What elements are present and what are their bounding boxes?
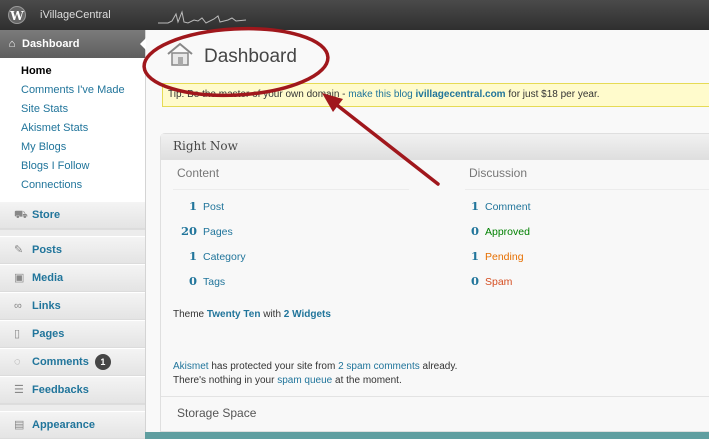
menu-media-label: Media (32, 272, 64, 284)
wordpress-logo-icon[interactable]: W (8, 6, 26, 24)
home-icon: ⌂ (8, 38, 16, 50)
akismet-mid: has protected your site from (208, 361, 339, 372)
menu-feedbacks-label: Feedbacks (32, 384, 89, 396)
menu-separator (0, 404, 145, 411)
page-count: 20 (180, 224, 197, 238)
link-icon: ∞ (14, 300, 22, 312)
theme-info: Theme Twenty Ten with 2 Widgets (173, 308, 331, 322)
comment-count: 1 (470, 199, 479, 213)
page-label: Pages (203, 226, 233, 238)
pending-label: Pending (485, 251, 524, 263)
storage-space-heading: Storage Space (177, 406, 257, 420)
theme-name-link[interactable]: Twenty Ten (207, 309, 261, 320)
page-title: Dashboard (204, 46, 297, 67)
content-row-pages[interactable]: 20 Pages (173, 222, 233, 240)
admin-bar: W iVillageCentral (0, 0, 709, 30)
submenu-akismet-stats[interactable]: Akismet Stats (0, 119, 145, 138)
spam-label: Spam (485, 276, 513, 288)
dashboard-submenu: Home Comments I've Made Site Stats Akism… (0, 58, 145, 201)
menu-dashboard-label: Dashboard (22, 38, 80, 50)
submenu-blogs-i-follow[interactable]: Blogs I Follow (0, 157, 145, 176)
widgets-link[interactable]: 2 Widgets (284, 309, 331, 320)
approved-label: Approved (485, 226, 530, 238)
submenu-site-stats[interactable]: Site Stats (0, 100, 145, 119)
menu-store-label: Store (32, 209, 61, 221)
cart-icon: ⛟ (14, 209, 28, 221)
right-now-widget: Right Now Content Discussion 1 Post 20 Pag… (160, 133, 709, 432)
discussion-heading: Discussion (469, 166, 528, 180)
discussion-row-approved[interactable]: 0 Approved (465, 222, 530, 240)
menu-pages[interactable]: ▯ Pages (0, 320, 145, 348)
main-content: Dashboard Tip: Be the master of your own… (146, 30, 709, 432)
appearance-icon: ▤ (14, 419, 25, 431)
discussion-row-pending[interactable]: 1 Pending (465, 247, 524, 265)
submenu-comments-made[interactable]: Comments I've Made (0, 81, 145, 100)
spam-queue-link[interactable]: spam queue (277, 375, 332, 386)
menu-posts-label: Posts (32, 244, 62, 256)
tag-count: 0 (188, 274, 197, 288)
post-label: Post (203, 201, 225, 213)
akismet-suffix: already. (419, 361, 458, 372)
post-count: 1 (188, 199, 197, 213)
theme-prefix: Theme (173, 309, 207, 320)
theme-mid: with (260, 309, 284, 320)
menu-links-label: Links (32, 300, 61, 312)
storage-divider (161, 396, 709, 397)
menu-dashboard[interactable]: ⌂ Dashboard (0, 30, 146, 58)
category-label: Category (203, 251, 246, 263)
content-divider (173, 189, 409, 190)
menu-separator (0, 229, 145, 236)
akismet-link[interactable]: Akismet (173, 361, 209, 372)
tip-domain-link[interactable]: make this blog ivillagecentral.com (348, 89, 505, 100)
submenu-my-blogs[interactable]: My Blogs (0, 138, 145, 157)
tip-link-text: make this blog (348, 89, 416, 100)
menu-posts[interactable]: ✎ Posts (0, 236, 145, 264)
akismet-info: Akismet has protected your site from 2 s… (173, 360, 457, 388)
menu-appearance[interactable]: ▤ Appearance (0, 411, 145, 439)
pages-icon: ▯ (14, 328, 21, 340)
queue-prefix: There's nothing in your (173, 375, 278, 386)
submenu-connections[interactable]: Connections (0, 176, 145, 195)
tip-prefix: Tip: Be the master of your own domain - (168, 89, 349, 100)
dashboard-home-icon (167, 42, 193, 66)
content-row-posts[interactable]: 1 Post (173, 197, 224, 215)
menu-appearance-label: Appearance (32, 419, 95, 431)
menu-media[interactable]: ▣ Media (0, 264, 145, 292)
pin-icon: ✎ (14, 244, 24, 256)
content-row-categories[interactable]: 1 Category (173, 247, 246, 265)
discussion-row-comments[interactable]: 1 Comment (465, 197, 531, 215)
menu-pages-label: Pages (32, 328, 65, 340)
tip-domain: ivillagecentral.com (415, 89, 506, 100)
media-icon: ▣ (14, 272, 25, 284)
pending-count: 1 (470, 249, 479, 263)
comment-label: Comment (485, 201, 531, 213)
discussion-divider (465, 189, 709, 190)
menu-feedbacks[interactable]: ☰ Feedbacks (0, 376, 145, 404)
admin-sidebar: ⌂ Dashboard Home Comments I've Made Site … (0, 30, 146, 439)
feedback-icon: ☰ (14, 384, 24, 396)
submenu-home[interactable]: Home (0, 62, 145, 81)
tip-suffix: for just $18 per year. (505, 89, 600, 100)
queue-suffix: at the moment. (332, 375, 402, 386)
discussion-row-spam[interactable]: 0 Spam (465, 272, 512, 290)
comment-count-badge: 1 (94, 354, 111, 371)
right-now-title[interactable]: Right Now (161, 134, 709, 160)
domain-tip-notice: Tip: Be the master of your own domain - … (162, 83, 709, 107)
menu-comments-label: Comments (32, 356, 89, 368)
menu-comments[interactable]: ◌ Comments 1 (0, 348, 145, 376)
tag-label: Tags (203, 276, 226, 288)
spam-comments-link[interactable]: 2 spam comments (338, 361, 420, 372)
content-row-tags[interactable]: 0 Tags (173, 272, 225, 290)
comment-icon: ◌ (14, 356, 21, 368)
menu-links[interactable]: ∞ Links (0, 292, 145, 320)
site-name-link[interactable]: iVillageCentral (40, 9, 111, 21)
content-heading: Content (177, 166, 220, 180)
category-count: 1 (188, 249, 197, 263)
approved-count: 0 (470, 224, 479, 238)
stats-sparkline-icon[interactable] (158, 8, 246, 24)
spam-count: 0 (470, 274, 479, 288)
menu-store[interactable]: ⛟ Store (0, 201, 145, 229)
